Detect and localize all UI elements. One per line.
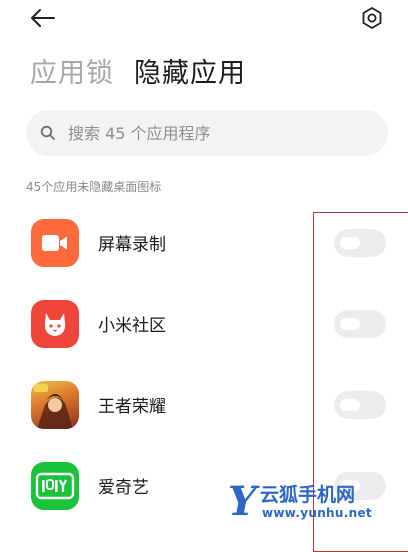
arrow-left-icon[interactable]: [30, 8, 56, 28]
toggle-knob: [340, 317, 360, 330]
hide-toggle[interactable]: [334, 471, 386, 500]
toggle-knob: [340, 398, 360, 411]
toggle-knob: [340, 236, 360, 249]
hide-toggle[interactable]: [334, 228, 386, 257]
tab-hidden-apps[interactable]: 隐藏应用: [134, 52, 246, 96]
app-name: 爱奇艺: [98, 478, 149, 498]
list-item[interactable]: 王者荣耀: [0, 364, 408, 445]
search-bar[interactable]: [26, 110, 388, 156]
tab-app-lock[interactable]: 应用锁: [30, 52, 114, 96]
mi-bunny-icon: [31, 299, 79, 348]
hide-toggle[interactable]: [334, 390, 386, 419]
app-list: 屏幕录制 小米社区 王者荣耀 爱奇艺: [0, 202, 408, 526]
top-bar: [0, 0, 408, 40]
toggle-knob: [340, 479, 360, 492]
game-hero-icon: [31, 380, 79, 429]
search-input[interactable]: [68, 110, 388, 156]
list-item[interactable]: 爱奇艺: [0, 445, 408, 526]
search-icon: [40, 125, 55, 140]
section-label: 45个应用未隐藏桌面图标: [26, 180, 162, 194]
tab-bar: 应用锁 隐藏应用: [30, 52, 266, 96]
hide-toggle[interactable]: [334, 309, 386, 338]
app-name: 屏幕录制: [98, 235, 166, 255]
list-item[interactable]: 小米社区: [0, 283, 408, 364]
list-item[interactable]: 屏幕录制: [0, 202, 408, 283]
iqiyi-logo-icon: [31, 461, 79, 510]
app-name: 王者荣耀: [98, 397, 166, 417]
app-name: 小米社区: [98, 316, 166, 336]
gear-icon[interactable]: [360, 6, 384, 30]
video-camera-icon: [31, 218, 79, 267]
